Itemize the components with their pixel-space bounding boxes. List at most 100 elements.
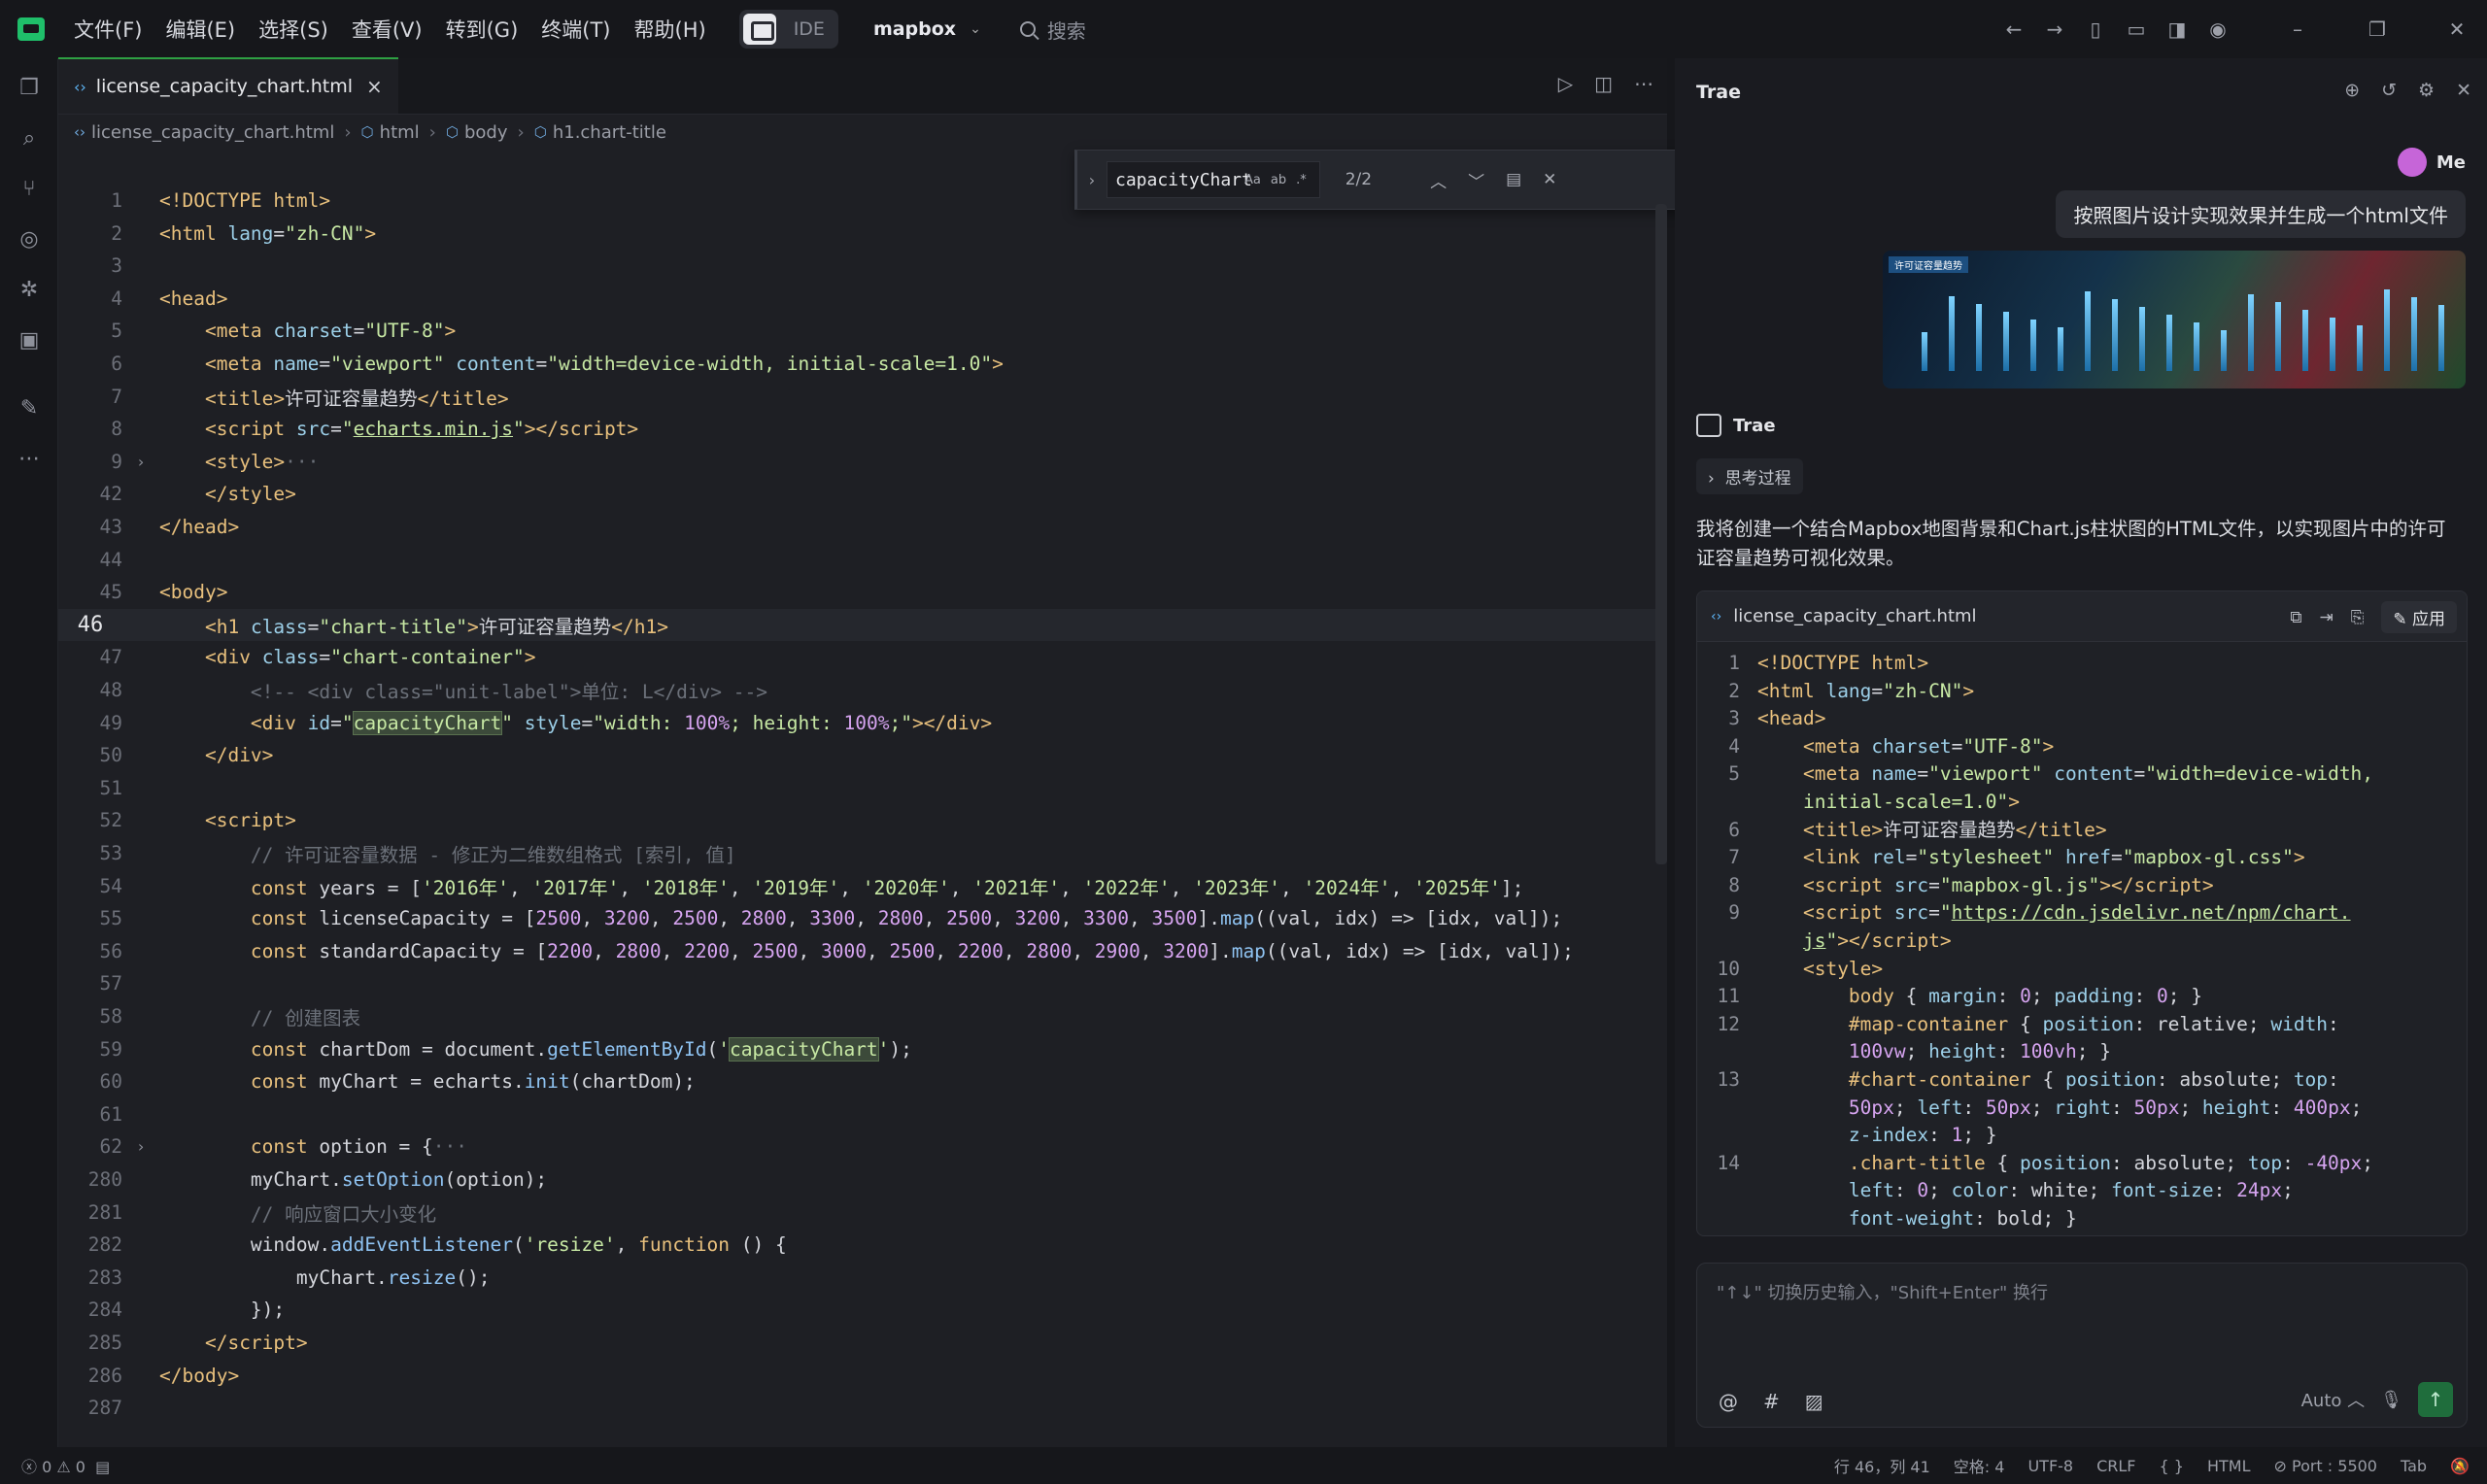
code-line[interactable]: 283 myChart.resize(); [58,1262,1661,1294]
code-line[interactable]: 2 <html lang="zh-CN"> [58,218,1661,250]
code-text[interactable]: myChart.setOption(option); [159,1168,547,1191]
settings-gear-icon[interactable]: ⚙ [2418,80,2435,101]
code-text[interactable]: <meta charset="UTF-8"> [159,320,456,342]
code-line[interactable]: 8 <script src="echarts.min.js"></script> [58,413,1661,445]
code-line[interactable]: 3 [58,250,1661,282]
line-ending[interactable]: CRLF [2096,1457,2135,1475]
code-line[interactable]: 280 myChart.setOption(option); [58,1164,1661,1196]
more-actions-icon[interactable]: ⋯ [1634,72,1653,95]
code-line[interactable]: 9 › <style>··· [58,446,1661,478]
code-line[interactable]: 52 <script> [58,804,1661,836]
tab-label[interactable]: license_capacity_chart.html [96,76,353,97]
chat-input[interactable]: "↑↓" 切换历史输入，"Shift+Enter" 换行 @ # ▨ Auto … [1696,1263,2468,1428]
code-line[interactable]: 285 </script> [58,1327,1661,1359]
debug-icon[interactable]: ✲ [0,264,58,315]
encoding[interactable]: UTF-8 [2027,1457,2073,1475]
code-line[interactable]: 62 › const option = {··· [58,1130,1661,1163]
code-line[interactable]: 281 // 响应窗口大小变化 [58,1197,1661,1229]
new-chat-icon[interactable]: ⊕ [2344,80,2360,101]
code-text[interactable]: <head> [159,287,227,310]
code-text[interactable]: </head> [159,516,239,538]
code-text[interactable]: <h1 class="chart-title">许可证容量趋势</h1> [159,611,668,639]
braces-icon[interactable]: { } [2160,1457,2184,1475]
code-text[interactable]: const years = ['2016年', '2017年', '2018年'… [159,872,1523,900]
code-text[interactable]: </style> [159,483,296,505]
toggle-replace-icon[interactable]: › [1077,171,1107,189]
code-text[interactable]: window.addEventListener('resize', functi… [159,1233,787,1256]
code-text[interactable]: // 许可证容量数据 - 修正为二维数组格式 [索引, 值] [159,839,736,867]
code-line[interactable]: 287 [58,1392,1661,1424]
remote-icon[interactable]: ▣ [0,315,58,365]
code-text[interactable]: <body> [159,581,227,603]
mode-selector[interactable]: Auto ︿ [2301,1387,2366,1412]
code-text[interactable]: <html lang="zh-CN"> [159,222,376,245]
code-line[interactable]: 5 <meta charset="UTF-8"> [58,315,1661,347]
menu-item-1[interactable]: 编辑(E) [165,15,235,44]
project-name[interactable]: mapbox [873,18,956,40]
code-editor[interactable]: 1 <!DOCTYPE html> 2 <html lang="zh-CN"> 3 4 <h… [58,185,1661,1428]
code-text[interactable]: myChart.resize(); [159,1266,491,1289]
chat-mode-icon[interactable] [742,14,776,45]
tab-license-capacity-chart[interactable]: ‹› license_capacity_chart.html × [58,57,398,114]
menu-item-5[interactable]: 终端(T) [541,15,610,44]
toggle-sidebar-icon[interactable]: ▯ [2075,17,2116,41]
attached-image-thumbnail[interactable]: 许可证容量趋势 [1883,251,2466,388]
code-line[interactable]: 284 }); [58,1294,1661,1326]
code-line[interactable]: 60 const myChart = echarts.init(chartDom… [58,1065,1661,1097]
find-in-selection-icon[interactable]: ▤ [1506,170,1521,189]
code-line[interactable]: 7 <title>许可证容量趋势</title> [58,381,1661,413]
previous-match-icon[interactable]: ︿ [1430,168,1447,192]
code-text[interactable]: // 创建图表 [159,1002,360,1030]
mention-icon[interactable]: @ [1719,1390,1738,1413]
toggle-right-panel-icon[interactable]: ◨ [2157,17,2197,41]
code-text[interactable]: <!-- <div class="unit-label">单位: L</div>… [159,676,767,704]
hash-context-icon[interactable]: # [1763,1390,1780,1413]
copy-icon[interactable]: ⧉ [2290,608,2301,627]
breadcrumb-item[interactable]: license_capacity_chart.html [91,122,334,143]
close-window-icon[interactable]: ✕ [2436,17,2477,41]
code-line[interactable]: 59 const chartDom = document.getElementB… [58,1033,1661,1065]
thinking-toggle[interactable]: › 思考过程 [1696,458,1803,494]
code-text[interactable]: <style>··· [159,451,319,473]
more-icon[interactable]: ⋯ [0,433,58,484]
code-line[interactable]: 49 <div id="capacityChart" style="width:… [58,707,1661,739]
code-text[interactable]: <script> [159,809,296,831]
code-line[interactable]: 57 [58,967,1661,999]
code-line[interactable]: 54 const years = ['2016年', '2017年', '201… [58,870,1661,902]
menu-item-4[interactable]: 转到(G) [446,15,519,44]
source-control-icon[interactable]: ⑂ [0,163,58,214]
global-search[interactable]: 搜索 [1019,16,1086,44]
history-icon[interactable]: ↺ [2381,80,2397,101]
breadcrumb-item[interactable]: body [464,122,508,143]
code-text[interactable]: <script src="echarts.min.js"></script> [159,418,638,440]
code-line[interactable]: 6 <meta name="viewport" content="width=d… [58,348,1661,380]
code-line[interactable]: 282 window.addEventListener('resize', fu… [58,1229,1661,1261]
apply-label[interactable]: 应用 [2412,610,2445,629]
notifications-icon[interactable]: 🔕 [2450,1457,2470,1475]
regex-icon[interactable]: .* [1296,173,1307,187]
fold-chevron-icon[interactable]: › [122,1137,159,1156]
close-find-icon[interactable]: ✕ [1543,170,1556,189]
split-editor-icon[interactable]: ◫ [1594,72,1613,95]
preview-eye-icon[interactable]: ◎ [0,214,58,264]
apply-button[interactable]: ✎ 应用 [2381,601,2457,633]
code-line[interactable]: 42 </style> [58,478,1661,510]
code-text[interactable]: const standardCapacity = [2200, 2800, 22… [159,940,1574,962]
code-line[interactable]: 51 [58,772,1661,804]
code-line[interactable]: 55 const licenseCapacity = [2500, 3200, … [58,902,1661,934]
problems-indicator[interactable]: ⓧ 0 ⚠ 0 ▤ [21,1454,110,1477]
minimize-icon[interactable]: – [2277,17,2318,41]
match-word-icon[interactable]: ab [1271,173,1286,187]
forward-arrow-icon[interactable]: → [2034,17,2075,41]
code-text[interactable]: const myChart = echarts.init(chartDom); [159,1070,696,1093]
next-match-icon[interactable]: ﹀ [1468,168,1484,192]
code-line[interactable]: 44 [58,544,1661,576]
close-panel-icon[interactable]: ✕ [2456,80,2471,101]
code-text[interactable]: <div id="capacityChart" style="width: 10… [159,710,992,735]
code-file-name[interactable]: license_capacity_chart.html [1733,606,1976,626]
code-line[interactable]: 45 <body> [58,576,1661,608]
code-text[interactable]: const chartDom = document.getElementById… [159,1036,912,1062]
code-line[interactable]: 58 // 创建图表 [58,1000,1661,1032]
code-text[interactable]: </body> [159,1365,239,1387]
menu-item-2[interactable]: 选择(S) [258,15,328,44]
